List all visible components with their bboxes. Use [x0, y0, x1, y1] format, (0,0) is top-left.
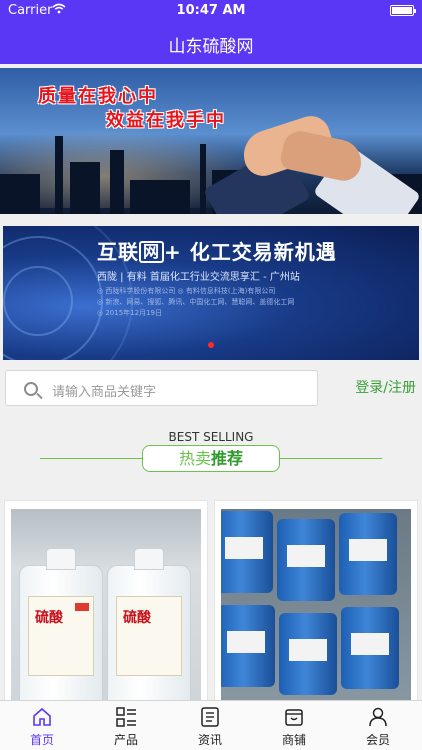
tab-news[interactable]: 资讯	[168, 701, 252, 750]
news-icon	[199, 706, 221, 728]
banner-slogan-1: 质量在我心中	[38, 86, 158, 107]
best-selling-english: BEST SELLING	[168, 430, 254, 444]
status-time: 10:47 AM	[176, 3, 246, 18]
login-register-link[interactable]: 登录/注册	[355, 377, 416, 397]
tab-products[interactable]: 产品	[84, 701, 168, 750]
top-bar: Carrier 10:47 AM 山东硫酸网	[0, 0, 422, 64]
divider-left	[40, 458, 142, 459]
product-image-blue-drums	[221, 509, 411, 709]
product-grid: 硫酸 硫酸	[0, 496, 422, 710]
banner-headline: 互联网 + 化工交易新机遇	[97, 240, 337, 264]
page-title: 山东硫酸网	[168, 37, 254, 57]
tab-shops[interactable]: 商铺	[252, 701, 336, 750]
banner-slogan-2: 效益在我手中	[106, 110, 226, 131]
tab-member[interactable]: 会员	[336, 701, 420, 750]
handshake-image	[203, 111, 422, 214]
user-icon	[367, 706, 389, 728]
promo-banner-handshake[interactable]: 质量在我心中 效益在我手中	[0, 68, 422, 214]
search-row: 请输入商品关键字 登录/注册	[0, 368, 422, 410]
promo-banner-internet-chemical[interactable]: 互联网 + 化工交易新机遇 西陇 | 有料 首届化工行业交流思享汇 - 广州站 ◎…	[3, 226, 419, 360]
best-selling-title: 热卖推荐	[142, 445, 280, 472]
carousel-indicator-dot[interactable]	[208, 342, 214, 348]
grid-list-icon	[115, 706, 137, 728]
status-bar: Carrier 10:47 AM	[0, 0, 422, 22]
bottom-tab-bar: 首页 产品 资讯 商铺 会员	[0, 700, 422, 750]
divider-right	[280, 458, 382, 459]
product-card[interactable]: 硫酸 硫酸	[4, 500, 208, 710]
product-card[interactable]	[214, 500, 418, 710]
refinery-silhouette	[0, 174, 40, 214]
tab-home[interactable]: 首页	[0, 701, 84, 750]
product-image-sulfuric-acid-bottles: 硫酸 硫酸	[11, 509, 201, 709]
home-icon	[31, 706, 53, 728]
banner-details: ◎ 西陇科学股份有限公司 ◎ 有料信息科技(上海)有限公司 ◎ 新浪、网易、搜狐…	[97, 287, 295, 317]
banner-subline: 西陇 | 有料 首届化工行业交流思享汇 - 广州站	[97, 272, 300, 283]
search-icon	[24, 382, 38, 396]
shop-icon	[283, 706, 305, 728]
battery-icon	[390, 5, 416, 16]
search-placeholder: 请输入商品关键字	[52, 385, 157, 400]
search-input[interactable]: 请输入商品关键字	[5, 370, 318, 406]
best-selling-header: BEST SELLING 热卖推荐	[0, 416, 422, 486]
app-screen: Carrier 10:47 AM 山东硫酸网 质量在我心中 效益在我手中 互联 …	[0, 0, 422, 750]
